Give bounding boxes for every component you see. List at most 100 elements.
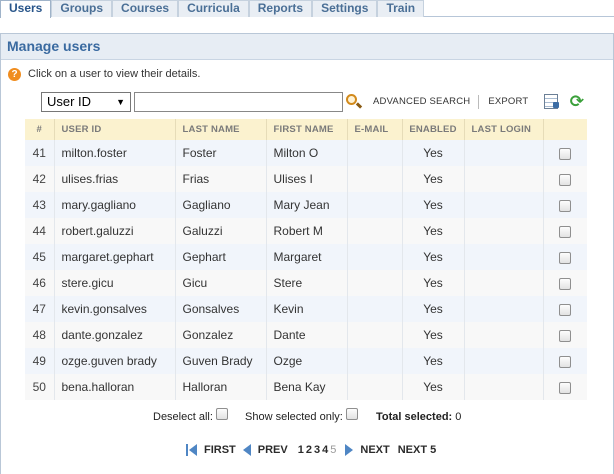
row-number: 41 bbox=[25, 140, 55, 166]
refresh-icon[interactable]: ⟳ bbox=[568, 93, 585, 110]
search-field-select[interactable]: User ID ▼ bbox=[41, 91, 131, 112]
tab-courses[interactable]: Courses bbox=[112, 0, 179, 17]
col-header-last-name[interactable]: LAST NAME bbox=[175, 119, 267, 140]
first-name-cell: Robert M bbox=[266, 218, 348, 244]
row-checkbox[interactable] bbox=[559, 225, 572, 238]
tab-strip-filler bbox=[424, 0, 614, 16]
enabled-cell: Yes bbox=[402, 374, 465, 400]
enabled-cell: Yes bbox=[402, 218, 465, 244]
col-header-last-login[interactable]: LAST LOGIN bbox=[464, 119, 544, 140]
prev-page-link[interactable]: PREV bbox=[258, 444, 288, 456]
user-id-cell: milton.foster bbox=[54, 140, 176, 166]
row-number: 45 bbox=[25, 244, 55, 270]
tab-reports[interactable]: Reports bbox=[248, 0, 313, 17]
user-id-cell: margaret.gephart bbox=[54, 244, 176, 270]
show-selected-checkbox[interactable] bbox=[345, 408, 358, 420]
col-header-user-id[interactable]: USER ID bbox=[54, 119, 176, 140]
first-name-cell: Ulises I bbox=[266, 166, 348, 192]
col-header-first-name[interactable]: FIRST NAME bbox=[266, 119, 348, 140]
row-checkbox[interactable] bbox=[559, 355, 572, 368]
table-row[interactable]: 49 ozge.guven brady Guven Brady Ozge Yes bbox=[25, 348, 587, 374]
total-selected-group: Total selected: 0 bbox=[376, 408, 461, 426]
last-login-cell bbox=[464, 140, 544, 166]
toolbar-divider bbox=[478, 94, 480, 109]
last-login-cell bbox=[464, 244, 544, 270]
row-checkbox[interactable] bbox=[559, 173, 572, 186]
table-row[interactable]: 44 robert.galuzzi Galuzzi Robert M Yes bbox=[25, 218, 587, 244]
grid-settings-icon[interactable] bbox=[543, 93, 560, 110]
last-name-cell: Gonzalez bbox=[175, 322, 267, 348]
page-number-link[interactable]: 5 bbox=[330, 444, 336, 456]
page-number-link[interactable]: 4 bbox=[322, 444, 328, 456]
row-checkbox[interactable] bbox=[559, 199, 572, 212]
last-name-cell: Guven Brady bbox=[175, 348, 267, 374]
enabled-cell: Yes bbox=[402, 296, 465, 322]
tab-settings[interactable]: Settings bbox=[312, 0, 378, 17]
first-name-cell: Mary Jean bbox=[266, 192, 348, 218]
row-checkbox[interactable] bbox=[559, 381, 572, 394]
search-input[interactable] bbox=[134, 91, 343, 112]
prev-arrow-icon[interactable] bbox=[242, 444, 251, 456]
row-checkbox[interactable] bbox=[559, 147, 572, 160]
row-select-cell bbox=[543, 192, 587, 218]
first-name-cell: Margaret bbox=[266, 244, 348, 270]
table-row[interactable]: 47 kevin.gonsalves Gonsalves Kevin Yes bbox=[25, 296, 587, 322]
col-header-enabled[interactable]: ENABLED bbox=[402, 119, 465, 140]
first-page-link[interactable]: FIRST bbox=[204, 444, 236, 456]
first-arrow-icon[interactable] bbox=[189, 444, 197, 456]
table-row[interactable]: 41 milton.foster Foster Milton O Yes bbox=[25, 140, 587, 166]
last-name-cell: Gonsalves bbox=[175, 296, 267, 322]
advanced-search-link[interactable]: ADVANCED SEARCH bbox=[373, 96, 470, 107]
email-cell bbox=[347, 348, 403, 374]
table-row[interactable]: 46 stere.gicu Gicu Stere Yes bbox=[25, 270, 587, 296]
deselect-all-checkbox[interactable] bbox=[215, 408, 228, 420]
last-login-cell bbox=[464, 322, 544, 348]
email-cell bbox=[347, 218, 403, 244]
col-header-number: # bbox=[25, 119, 55, 140]
email-cell bbox=[347, 270, 403, 296]
col-header-email[interactable]: E-MAIL bbox=[347, 119, 403, 140]
enabled-cell: Yes bbox=[402, 192, 465, 218]
last-name-cell: Frias bbox=[175, 166, 267, 192]
last-login-cell bbox=[464, 270, 544, 296]
deselect-all-group: Deselect all: bbox=[153, 408, 228, 426]
last-name-cell: Gicu bbox=[175, 270, 267, 296]
first-page-icon[interactable] bbox=[186, 444, 188, 456]
row-checkbox[interactable] bbox=[559, 251, 572, 264]
page-number-link[interactable]: 2 bbox=[306, 444, 312, 456]
export-link[interactable]: EXPORT bbox=[488, 96, 528, 107]
page-number-link[interactable]: 3 bbox=[314, 444, 320, 456]
row-number: 44 bbox=[25, 218, 55, 244]
last-login-cell bbox=[464, 218, 544, 244]
tab-users[interactable]: Users bbox=[0, 0, 52, 18]
table-row[interactable]: 50 bena.halloran Halloran Bena Kay Yes bbox=[25, 374, 587, 400]
first-name-cell: Stere bbox=[266, 270, 348, 296]
first-name-cell: Kevin bbox=[266, 296, 348, 322]
page-number-link[interactable]: 1 bbox=[298, 444, 304, 456]
table-row[interactable]: 42 ulises.frias Frias Ulises I Yes bbox=[25, 166, 587, 192]
user-id-cell: bena.halloran bbox=[54, 374, 176, 400]
tab-train[interactable]: Train bbox=[377, 0, 425, 17]
next-arrow-icon[interactable] bbox=[345, 444, 354, 456]
main-tabs: Users Groups Courses Curricula Reports S… bbox=[0, 0, 614, 18]
magnifier-icon[interactable] bbox=[345, 93, 363, 111]
total-selected-label: Total selected: bbox=[376, 411, 453, 423]
table-row[interactable]: 45 margaret.gephart Gephart Margaret Yes bbox=[25, 244, 587, 270]
users-table: # USER ID LAST NAME FIRST NAME E-MAIL EN… bbox=[25, 119, 587, 400]
table-row[interactable]: 48 dante.gonzalez Gonzalez Dante Yes bbox=[25, 322, 587, 348]
tab-groups[interactable]: Groups bbox=[51, 0, 113, 17]
show-selected-label: Show selected only: bbox=[245, 411, 343, 423]
row-checkbox[interactable] bbox=[559, 303, 572, 316]
row-select-cell bbox=[543, 348, 587, 374]
row-number: 47 bbox=[25, 296, 55, 322]
row-number: 49 bbox=[25, 348, 55, 374]
row-number: 50 bbox=[25, 374, 55, 400]
table-row[interactable]: 43 mary.gagliano Gagliano Mary Jean Yes bbox=[25, 192, 587, 218]
next5-page-link[interactable]: NEXT 5 bbox=[398, 444, 437, 456]
row-checkbox[interactable] bbox=[559, 329, 572, 342]
tab-curricula[interactable]: Curricula bbox=[178, 0, 249, 17]
enabled-cell: Yes bbox=[402, 166, 465, 192]
first-name-cell: Ozge bbox=[266, 348, 348, 374]
row-checkbox[interactable] bbox=[559, 277, 572, 290]
next-page-link[interactable]: NEXT bbox=[360, 444, 389, 456]
